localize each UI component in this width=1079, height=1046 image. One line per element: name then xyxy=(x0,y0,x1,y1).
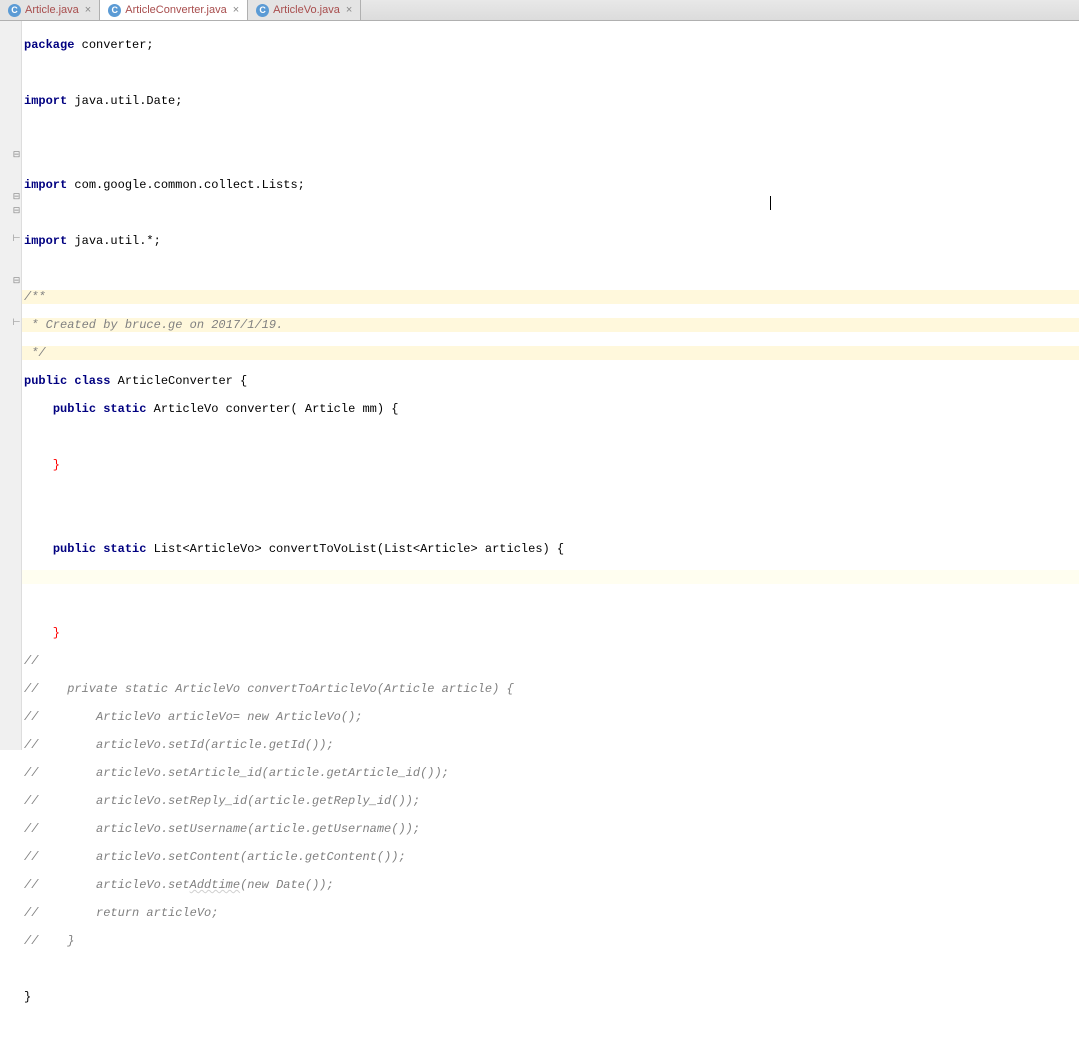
tab-articleconverter[interactable]: C ArticleConverter.java × xyxy=(100,0,248,20)
java-class-icon: C xyxy=(256,4,269,17)
code-text: java.util.Date; xyxy=(67,94,182,108)
code-text: } xyxy=(24,990,31,1004)
fold-toggle-icon[interactable]: ⊟ xyxy=(12,206,21,215)
comment: Addtime xyxy=(190,878,240,892)
close-icon[interactable]: × xyxy=(231,5,241,16)
code-text: converter; xyxy=(74,38,153,52)
fold-toggle-icon[interactable]: ⊟ xyxy=(12,150,21,159)
code-text: (List<Article> articles) { xyxy=(377,542,564,556)
fold-toggle-icon[interactable]: ⊟ xyxy=(12,192,21,201)
code-editor[interactable]: package converter; import java.util.Date… xyxy=(22,21,1079,750)
fold-toggle-icon[interactable]: ⊟ xyxy=(12,276,21,285)
comment: // articleVo.set xyxy=(24,878,190,892)
gutter[interactable]: ⊟ ⊟ ⊟ ⊢ ⊟ ⊢ xyxy=(0,21,22,750)
text-caret xyxy=(770,196,771,210)
comment: // xyxy=(24,654,38,668)
code-text: ( Article mm) { xyxy=(290,402,398,416)
tab-bar: C Article.java × C ArticleConverter.java… xyxy=(0,0,1079,21)
method-name: converter xyxy=(226,402,291,416)
tab-label: Article.java xyxy=(25,4,79,16)
code-text xyxy=(24,402,53,416)
editor-area: ⊟ ⊟ ⊟ ⊢ ⊟ ⊢ package converter; import ja… xyxy=(0,21,1079,750)
keyword: package xyxy=(24,38,74,52)
keyword: import xyxy=(24,94,67,108)
comment: // articleVo.setUsername(article.getUser… xyxy=(24,822,420,836)
comment: // articleVo.setContent(article.getConte… xyxy=(24,850,406,864)
close-icon[interactable]: × xyxy=(344,5,354,16)
keyword: public static xyxy=(53,542,154,556)
comment: // articleVo.setReply_id(article.getRepl… xyxy=(24,794,420,808)
comment: // } xyxy=(24,934,74,948)
tab-article[interactable]: C Article.java × xyxy=(0,0,100,20)
comment: */ xyxy=(24,346,46,360)
code-text: List<ArticleVo> xyxy=(154,542,269,556)
comment: /** xyxy=(24,290,46,304)
comment: * Created by bruce.ge on 2017/1/19. xyxy=(24,318,283,332)
code-text: com.google.common.collect.Lists; xyxy=(67,178,305,192)
code-text: } xyxy=(24,626,60,640)
comment: // articleVo.setArticle_id(article.getAr… xyxy=(24,766,449,780)
tab-label: ArticleVo.java xyxy=(273,4,340,16)
fold-end-icon[interactable]: ⊢ xyxy=(12,234,21,243)
code-text: } xyxy=(24,458,60,472)
tab-articlevo[interactable]: C ArticleVo.java × xyxy=(248,0,361,20)
java-class-icon: C xyxy=(108,4,121,17)
code-text: { xyxy=(240,374,247,388)
fold-end-icon[interactable]: ⊢ xyxy=(12,318,21,327)
keyword: import xyxy=(24,234,67,248)
comment: // ArticleVo articleVo= new ArticleVo(); xyxy=(24,710,362,724)
comment: // return articleVo; xyxy=(24,906,218,920)
code-text xyxy=(24,542,53,556)
method-name: convertToVoList xyxy=(269,542,377,556)
java-class-icon: C xyxy=(8,4,21,17)
keyword: public static xyxy=(53,402,154,416)
keyword: import xyxy=(24,178,67,192)
close-icon[interactable]: × xyxy=(83,5,93,16)
code-text: ArticleVo xyxy=(154,402,226,416)
code-text: java.util.*; xyxy=(67,234,161,248)
keyword: public class xyxy=(24,374,118,388)
comment: (new Date()); xyxy=(240,878,334,892)
code-text: ArticleConverter xyxy=(118,374,240,388)
comment: // private static ArticleVo convertToArt… xyxy=(24,682,514,696)
tab-label: ArticleConverter.java xyxy=(125,4,227,16)
